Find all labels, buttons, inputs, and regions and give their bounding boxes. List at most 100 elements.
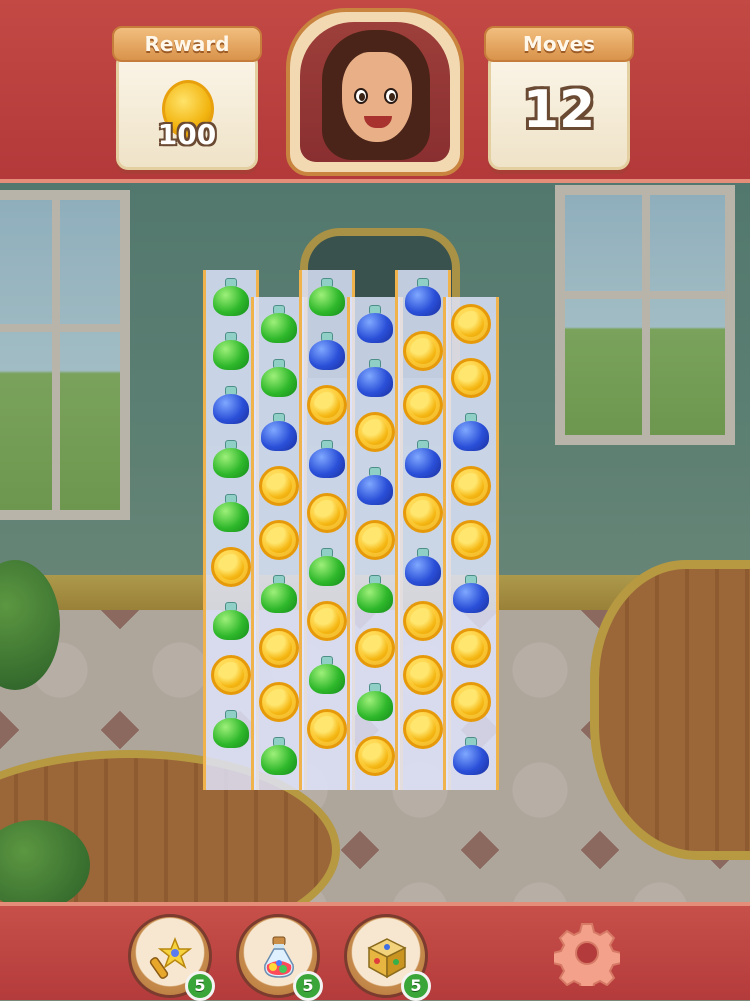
- green-potion-icon: [309, 548, 345, 586]
- tile-coin[interactable]: [350, 731, 400, 781]
- booster-cube-button[interactable]: 5: [344, 914, 431, 1001]
- potion-body: [453, 583, 489, 613]
- green-potion-icon: [213, 278, 249, 316]
- tile-potion-green[interactable]: [350, 569, 400, 619]
- tile-coin[interactable]: [254, 623, 304, 673]
- tile-coin[interactable]: [302, 596, 352, 646]
- potion-body: [213, 502, 249, 532]
- tile-potion-blue[interactable]: [398, 542, 448, 592]
- tile-potion-green[interactable]: [350, 677, 400, 727]
- blue-potion-icon: [357, 467, 393, 505]
- tile-potion-green[interactable]: [206, 488, 256, 538]
- tile-coin[interactable]: [398, 326, 448, 376]
- green-potion-icon: [213, 602, 249, 640]
- coin-icon: [355, 412, 395, 452]
- tile-potion-blue[interactable]: [350, 461, 400, 511]
- potion-body: [309, 286, 345, 316]
- reward-panel: Reward 100: [112, 26, 262, 172]
- potion-body: [213, 448, 249, 478]
- tile-coin[interactable]: [254, 461, 304, 511]
- potion-body: [213, 340, 249, 370]
- gear-icon[interactable]: [554, 920, 620, 986]
- character-portrait: [286, 8, 464, 176]
- coin-icon: [355, 736, 395, 776]
- tile-potion-green[interactable]: [302, 272, 352, 322]
- coin-icon: [259, 520, 299, 560]
- coin-icon: [403, 655, 443, 695]
- tile-coin[interactable]: [302, 488, 352, 538]
- tile-potion-green[interactable]: [254, 731, 304, 781]
- tile-coin[interactable]: [398, 380, 448, 430]
- potion-body: [261, 421, 297, 451]
- potion-body: [453, 745, 489, 775]
- tile-potion-blue[interactable]: [398, 272, 448, 322]
- tile-potion-green[interactable]: [302, 650, 352, 700]
- tile-coin[interactable]: [206, 542, 256, 592]
- tile-potion-blue[interactable]: [350, 353, 400, 403]
- tile-coin[interactable]: [398, 704, 448, 754]
- tile-coin[interactable]: [350, 407, 400, 457]
- tile-potion-green[interactable]: [206, 704, 256, 754]
- green-potion-icon: [261, 359, 297, 397]
- tile-coin[interactable]: [446, 461, 496, 511]
- portrait-eye-right: [384, 88, 398, 104]
- green-potion-icon: [357, 683, 393, 721]
- coin-icon: [451, 466, 491, 506]
- rainbow-potion-icon: [264, 936, 294, 978]
- coin-icon: [451, 304, 491, 344]
- tile-potion-green[interactable]: [206, 596, 256, 646]
- tile-coin[interactable]: [398, 650, 448, 700]
- tile-coin[interactable]: [254, 677, 304, 727]
- tile-potion-blue[interactable]: [446, 731, 496, 781]
- green-potion-icon: [213, 440, 249, 478]
- green-potion-icon: [213, 494, 249, 532]
- coin-icon: [307, 385, 347, 425]
- potion-body: [309, 556, 345, 586]
- tile-potion-blue[interactable]: [254, 407, 304, 457]
- tile-potion-green[interactable]: [206, 434, 256, 484]
- tile-coin[interactable]: [398, 488, 448, 538]
- tile-coin[interactable]: [254, 515, 304, 565]
- potion-body: [309, 448, 345, 478]
- tile-potion-green[interactable]: [206, 326, 256, 376]
- tile-coin[interactable]: [446, 515, 496, 565]
- tile-potion-blue[interactable]: [446, 569, 496, 619]
- tile-potion-green[interactable]: [206, 272, 256, 322]
- bottom-bar: 5 5 5: [0, 902, 750, 1001]
- tile-potion-green[interactable]: [254, 299, 304, 349]
- tile-coin[interactable]: [446, 353, 496, 403]
- tile-potion-blue[interactable]: [446, 407, 496, 457]
- coin-icon: [403, 385, 443, 425]
- tile-coin[interactable]: [302, 380, 352, 430]
- tile-potion-blue[interactable]: [206, 380, 256, 430]
- tile-coin[interactable]: [446, 623, 496, 673]
- tile-coin[interactable]: [398, 596, 448, 646]
- tile-potion-blue[interactable]: [302, 326, 352, 376]
- coin-icon: [259, 628, 299, 668]
- green-potion-icon: [213, 332, 249, 370]
- moves-label: Moves: [484, 26, 634, 62]
- tile-potion-green[interactable]: [254, 569, 304, 619]
- tile-coin[interactable]: [350, 515, 400, 565]
- tile-potion-blue[interactable]: [350, 299, 400, 349]
- booster-wand-count: 5: [185, 971, 215, 1001]
- tile-potion-green[interactable]: [302, 542, 352, 592]
- tile-coin[interactable]: [446, 677, 496, 727]
- potion-body: [405, 286, 441, 316]
- potion-body: [213, 394, 249, 424]
- tile-potion-blue[interactable]: [398, 434, 448, 484]
- tile-coin[interactable]: [302, 704, 352, 754]
- potion-body: [357, 367, 393, 397]
- booster-wand-button[interactable]: 5: [128, 914, 215, 1001]
- tile-coin[interactable]: [206, 650, 256, 700]
- booster-potion-button[interactable]: 5: [236, 914, 323, 1001]
- blue-potion-icon: [453, 575, 489, 613]
- tile-coin[interactable]: [350, 623, 400, 673]
- booster-potion-count: 5: [293, 971, 323, 1001]
- blue-potion-icon: [357, 359, 393, 397]
- tile-potion-blue[interactable]: [302, 434, 352, 484]
- potion-body: [357, 313, 393, 343]
- tile-potion-green[interactable]: [254, 353, 304, 403]
- tile-coin[interactable]: [446, 299, 496, 349]
- green-potion-icon: [261, 575, 297, 613]
